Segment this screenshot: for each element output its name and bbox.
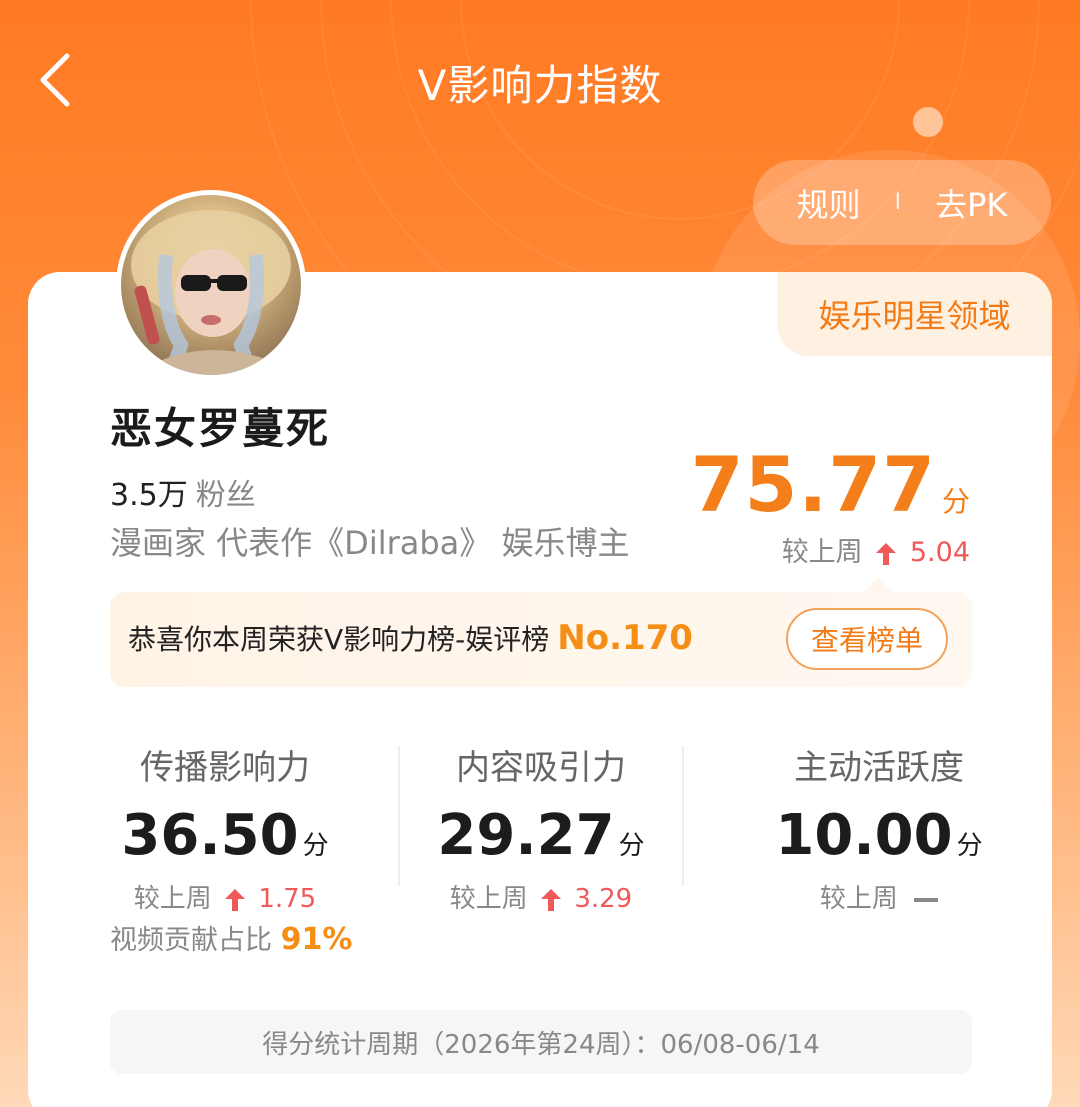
metric-delta: 较上周 1.75 [90, 878, 360, 915]
view-ranking-button[interactable]: 查看榜单 [786, 608, 948, 670]
metric-score-value: 36.50 [121, 803, 299, 868]
total-score-value: 75.77 [690, 440, 936, 529]
user-bio: 漫画家 代表作《Dilraba》 娱乐博主 [110, 524, 630, 562]
metric-delta-label: 较上周 [449, 884, 528, 914]
rank-banner: 恭喜你本周荣获V影响力榜-娱评榜 No.170 查看榜单 [110, 578, 972, 687]
metric-score-unit: 分 [956, 831, 983, 861]
arrow-up-icon [541, 888, 562, 911]
metric-score-value: 10.00 [775, 803, 953, 868]
video-share-value: 91% [280, 922, 353, 957]
metric-label: 内容吸引力 [456, 748, 626, 788]
metric-score: 36.50 分 [90, 803, 360, 868]
video-share: 视频贡献占比 91% [110, 918, 352, 957]
metric-divider [398, 746, 400, 886]
metric-label: 传播影响力 [140, 748, 310, 788]
metric-spread-influence[interactable]: 传播影响力 36.50 分 较上周 1.75 [90, 740, 360, 915]
domain-badge: 娱乐明星领域 [777, 272, 1052, 356]
total-score: 75.77 分 [691, 440, 970, 529]
fans-number: 3.5万 [110, 478, 188, 513]
video-share-label: 视频贡献占比 [110, 925, 272, 956]
rank-text: 恭喜你本周荣获V影响力榜-娱评榜 No.170 [128, 618, 693, 658]
metric-label: 主动活跃度 [794, 748, 964, 788]
metric-score-unit: 分 [302, 831, 329, 861]
avatar-photo [131, 210, 291, 375]
pill-separator: I [894, 190, 902, 215]
rank-message: 恭喜你本周荣获V影响力榜-娱评榜 [128, 623, 550, 656]
fans-count: 3.5万 粉丝 [110, 470, 256, 514]
fans-label: 粉丝 [195, 478, 256, 513]
metric-content-appeal[interactable]: 内容吸引力 29.27 分 较上周 3.29 [406, 740, 676, 915]
user-name: 恶女罗蔓死 [110, 404, 331, 453]
delta-value: 5.04 [909, 537, 970, 568]
action-pill: 规则 I 去PK [753, 160, 1051, 245]
metric-delta-value: 1.75 [258, 884, 317, 914]
flat-trend-icon [914, 897, 939, 902]
page-title: V影响力指数 [417, 61, 663, 110]
metric-delta-label: 较上周 [819, 884, 898, 914]
rules-link[interactable]: 规则 [797, 180, 861, 226]
top-bar: V影响力指数 [0, 40, 1080, 120]
metric-delta: 较上周 3.29 [406, 878, 676, 915]
metric-activity[interactable]: 主动活跃度 10.00 分 较上周 [744, 740, 1014, 915]
metric-divider [682, 746, 684, 886]
metric-score: 10.00 分 [744, 803, 1014, 868]
total-score-unit: 分 [941, 485, 970, 518]
stat-period: 得分统计周期（2026年第24周）：06/08-06/14 [110, 1010, 972, 1074]
pk-link[interactable]: 去PK [935, 180, 1007, 226]
avatar[interactable] [116, 190, 306, 380]
metric-delta-label: 较上周 [133, 884, 212, 914]
arrow-up-icon [225, 888, 246, 911]
delta-label: 较上周 [781, 537, 863, 568]
total-score-delta: 较上周 5.04 [782, 530, 970, 569]
metric-delta: 较上周 [744, 878, 1014, 915]
metric-score-value: 29.27 [437, 803, 615, 868]
metric-delta-value: 3.29 [574, 884, 633, 914]
rank-number: No.170 [557, 618, 693, 658]
arrow-up-icon [876, 542, 897, 565]
metric-score: 29.27 分 [406, 803, 676, 868]
metric-score-unit: 分 [618, 831, 645, 861]
